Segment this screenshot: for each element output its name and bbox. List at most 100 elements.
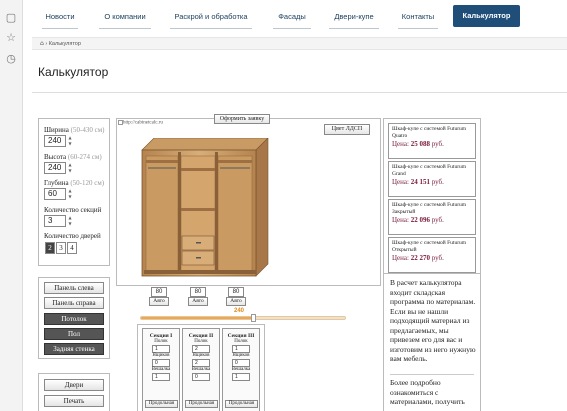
nav-cutting[interactable]: Раскрой и обработка (170, 9, 252, 29)
section-3-width-input[interactable]: 80 (228, 287, 244, 297)
breadcrumb-separator: › (45, 41, 48, 47)
width-slider-track[interactable] (140, 316, 346, 320)
sections-input[interactable]: 3 (44, 215, 66, 227)
section-1-hanger-input[interactable]: 1 (152, 373, 170, 381)
drawer-2-handle (196, 257, 201, 259)
left-panel-button[interactable]: Панель слева (44, 282, 104, 294)
width-label: Ширина (50-430 см) (44, 126, 105, 134)
section-1-auto-button[interactable]: Авто (149, 297, 169, 306)
shelf-1 (146, 160, 178, 163)
info-divider (390, 374, 474, 375)
wardrobe-right-side (255, 138, 269, 277)
shelf-2a (181, 168, 215, 171)
divider (32, 92, 567, 93)
product-price: 22 270 (410, 254, 430, 262)
depth-label: Глубина (50-120 см) (44, 179, 105, 187)
section-3-shelf-input[interactable]: 1 (232, 345, 250, 353)
section-1-shelf-input[interactable]: 1 (152, 345, 170, 353)
width-slider-handle[interactable] (251, 314, 257, 322)
order-button[interactable]: Оформить заявку (214, 114, 270, 124)
section-1-drawer-input[interactable]: 0 (152, 359, 170, 367)
product-name: Шкаф-купе с системой Futurum Grand (392, 164, 467, 177)
floor-button[interactable]: Пол (44, 328, 104, 340)
divider-1 (178, 152, 181, 274)
section-2-width-input[interactable]: 80 (190, 287, 206, 297)
width-spinner[interactable]: ▲ ▼ (67, 135, 73, 147)
section-2-shelf-label: Полок (194, 339, 208, 344)
breadcrumb: ⌂ › Калькулятор (32, 37, 567, 50)
section-2-drawer-input[interactable]: 2 (192, 359, 210, 367)
section-1-longitudinal-button[interactable]: Продольная (145, 400, 178, 408)
history-icon[interactable]: ◷ (5, 53, 17, 65)
doors-button[interactable]: Двери (44, 379, 104, 391)
print-button[interactable]: Печать (44, 395, 104, 407)
section-3-hanger-input[interactable]: 1 (232, 373, 250, 381)
back-wall-button[interactable]: Задняя стенка (44, 343, 104, 355)
product-card[interactable]: Шкаф-купе с системой Futurum Открытый Це… (388, 237, 476, 273)
right-panel-button[interactable]: Панель справа (44, 297, 104, 309)
section-2-hanger-input[interactable]: 0 (192, 373, 210, 381)
section-3-drawer-input[interactable]: 0 (232, 359, 250, 367)
doors-label: Количество дверей (44, 232, 101, 240)
home-icon[interactable]: ⌂ (40, 40, 44, 47)
info-text: В расчет калькулятора входит складская п… (390, 278, 476, 363)
wardrobe-top (141, 138, 269, 151)
section-3-auto-button[interactable]: Авто (226, 297, 246, 306)
section-3-shelf-label: Полок (234, 339, 248, 344)
sections-spinner[interactable]: ▲ ▼ (67, 215, 73, 227)
section-3-drawer-label: Ящиков (232, 353, 250, 358)
doors-option-2[interactable]: 2 (45, 242, 55, 254)
product-card[interactable]: Шкаф-купе с системой Futurum Закрытый Це… (388, 199, 476, 235)
section-2-shelf-input[interactable]: 2 (192, 345, 210, 353)
doors-option-4[interactable]: 4 (67, 242, 77, 254)
height-label: Высота (60-274 см) (44, 153, 102, 161)
section-2-drawer-label: Ящиков (192, 353, 210, 358)
section-3-hanger-label: Вешалка (231, 367, 251, 372)
wardrobe-drawing (141, 138, 269, 277)
nav-doors[interactable]: Двери-купе (329, 9, 379, 29)
section-1-drawer-label: Ящиков (152, 353, 170, 358)
nav-contacts[interactable]: Контакты (398, 9, 438, 29)
width-input[interactable]: 240 (44, 135, 66, 147)
preview-image-alt: http://cabinetcalc.ru (118, 120, 163, 126)
product-card[interactable]: Шкаф-купе с системой Futurum Grand Цена:… (388, 161, 476, 197)
section-2-auto-button[interactable]: Авто (188, 297, 208, 306)
section-1-hanger-label: Вешалка (151, 367, 171, 372)
section-2-longitudinal-button[interactable]: Продольная (185, 400, 218, 408)
drawer-1-handle (196, 242, 201, 244)
product-price: 24 151 (410, 178, 430, 186)
height-spinner[interactable]: ▲ ▼ (67, 162, 73, 174)
product-price: 22 096 (410, 216, 430, 224)
nav-about[interactable]: О компании (99, 9, 151, 29)
width-slider-value: 240 (234, 308, 245, 314)
section-3-config: Секция III Полок 1 Ящиков 0 Вешалка 1 Пр… (222, 328, 260, 411)
nav-facades[interactable]: Фасады (273, 9, 311, 29)
nav-calculator[interactable]: Калькулятор (453, 5, 520, 27)
shelf-2b (181, 208, 215, 211)
nav-news[interactable]: Новости (42, 9, 78, 29)
breadcrumb-current: Калькулятор (48, 41, 81, 47)
section-3-longitudinal-button[interactable]: Продольная (225, 400, 258, 408)
page-title: Калькулятор (38, 65, 109, 79)
section-3-body (217, 155, 253, 273)
depth-input[interactable]: 60 (44, 188, 66, 200)
section-1-body (145, 155, 179, 273)
page-icon[interactable]: ▢ (5, 12, 17, 24)
star-icon[interactable]: ☆ (5, 32, 17, 44)
product-price: 25 088 (410, 140, 430, 148)
depth-spinner[interactable]: ▲ ▼ (67, 188, 73, 200)
product-name: Шкаф-купе с системой Futurum Закрытый (392, 202, 467, 215)
product-name: Шкаф-купе с системой Futurum Открытый (392, 240, 467, 253)
color-button[interactable]: Цвет ЛДСП (324, 124, 370, 135)
ceiling-button[interactable]: Потолок (44, 313, 104, 325)
section-1-width-input[interactable]: 80 (151, 287, 167, 297)
sections-label: Количество секций (44, 206, 102, 214)
section-1-shelf-label: Полок (154, 339, 168, 344)
width-slider-fill (141, 317, 254, 319)
doors-option-3[interactable]: 3 (56, 242, 66, 254)
shelf-3 (218, 160, 252, 163)
product-card[interactable]: Шкаф-купе с системой Futurum Quatro Цена… (388, 123, 476, 159)
height-input[interactable]: 240 (44, 162, 66, 174)
section-1-config: Секция I Полок 1 Ящиков 0 Вешалка 1 Прод… (142, 328, 180, 411)
info-text-more: Более подробно ознакомиться с материалам… (390, 378, 465, 406)
